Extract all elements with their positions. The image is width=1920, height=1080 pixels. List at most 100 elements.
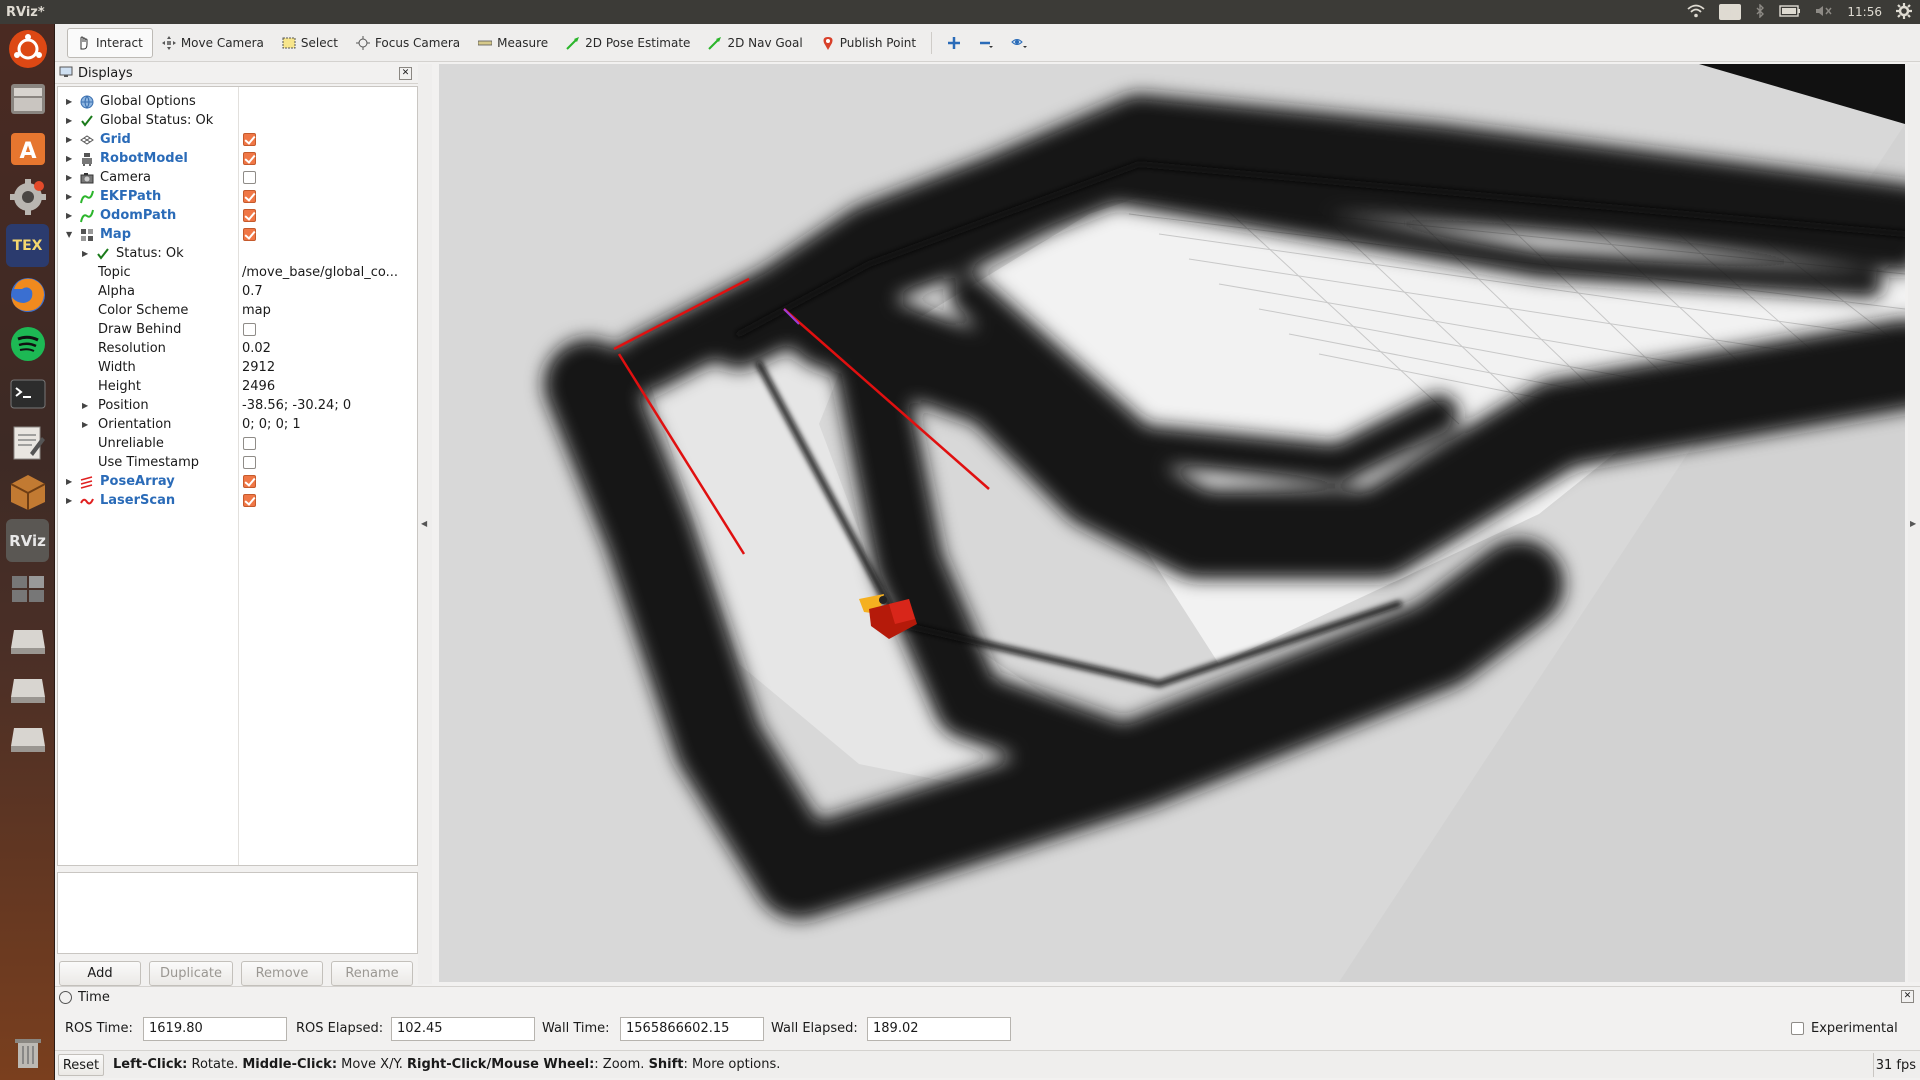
property-value[interactable]: 0.02 bbox=[242, 341, 417, 356]
enable-checkbox[interactable] bbox=[243, 475, 256, 488]
expand-arrow-icon[interactable]: ▶ bbox=[66, 173, 74, 182]
property-value[interactable]: 2496 bbox=[242, 379, 417, 394]
tool-move-camera[interactable]: Move Camera bbox=[153, 28, 273, 58]
drive-icon[interactable] bbox=[6, 618, 49, 661]
enable-checkbox[interactable] bbox=[243, 228, 256, 241]
tree-row-topic[interactable]: Topic /move_base/global_co... bbox=[58, 263, 417, 282]
spotify-icon[interactable] bbox=[6, 322, 49, 365]
battery-icon[interactable] bbox=[1779, 4, 1801, 20]
property-value[interactable]: map bbox=[242, 303, 417, 318]
collapse-left-icon[interactable]: ◀ bbox=[421, 519, 427, 528]
text-editor-icon[interactable] bbox=[6, 421, 49, 464]
add-button[interactable]: Add bbox=[59, 961, 141, 986]
tool-focus-camera[interactable]: Focus Camera bbox=[347, 28, 469, 58]
property-checkbox[interactable] bbox=[243, 323, 256, 336]
remove-tool-button[interactable] bbox=[970, 28, 1002, 58]
expand-arrow-icon[interactable]: ▶ bbox=[66, 211, 74, 220]
tool-select[interactable]: Select bbox=[273, 28, 347, 58]
tree-row-robotmodel[interactable]: ▶ RobotModel bbox=[58, 149, 417, 168]
enable-checkbox[interactable] bbox=[243, 190, 256, 203]
wall-time-field[interactable]: 1565866602.15 bbox=[620, 1017, 764, 1041]
property-value[interactable]: /move_base/global_co... bbox=[242, 265, 417, 280]
property-checkbox[interactable] bbox=[243, 437, 256, 450]
wall-elapsed-field[interactable]: 189.02 bbox=[867, 1017, 1011, 1041]
enable-checkbox[interactable] bbox=[243, 494, 256, 507]
tree-row-ekfpath[interactable]: ▶ EKFPath bbox=[58, 187, 417, 206]
drive-icon[interactable] bbox=[6, 667, 49, 710]
expand-arrow-icon[interactable]: ▶ bbox=[66, 496, 74, 505]
ros-time-field[interactable]: 1619.80 bbox=[143, 1017, 287, 1041]
expand-arrow-icon[interactable]: ▶ bbox=[66, 192, 74, 201]
settings-gear-icon[interactable] bbox=[1896, 2, 1912, 22]
expand-arrow-icon[interactable]: ▶ bbox=[66, 154, 74, 163]
tool-publish-point[interactable]: Publish Point bbox=[812, 28, 925, 58]
tool-interact[interactable]: Interact bbox=[67, 27, 153, 58]
tree-row-laserscan[interactable]: ▶ LaserScan bbox=[58, 491, 417, 510]
tool-2d-pose-estimate[interactable]: 2D Pose Estimate bbox=[557, 28, 699, 58]
close-panel-button[interactable]: ✕ bbox=[399, 67, 412, 80]
tree-row-grid[interactable]: ▶ Grid bbox=[58, 130, 417, 149]
keyboard-layout-indicator[interactable]: En bbox=[1718, 4, 1742, 20]
property-value[interactable]: 0.7 bbox=[242, 284, 417, 299]
tree-row-posearray[interactable]: ▶ PoseArray bbox=[58, 472, 417, 491]
remove-button[interactable]: Remove bbox=[241, 961, 323, 986]
close-panel-button[interactable]: ✕ bbox=[1901, 990, 1914, 1003]
tree-row-map-status[interactable]: ▶ Status: Ok bbox=[58, 244, 417, 263]
ros-elapsed-field[interactable]: 102.45 bbox=[391, 1017, 535, 1041]
drive-icon[interactable] bbox=[6, 716, 49, 759]
enable-checkbox[interactable] bbox=[243, 171, 256, 184]
clock[interactable]: 11:56 bbox=[1847, 5, 1882, 19]
tree-row-color-scheme[interactable]: Color Scheme map bbox=[58, 301, 417, 320]
ubuntu-home-icon[interactable] bbox=[6, 27, 49, 70]
files-icon[interactable] bbox=[6, 76, 49, 119]
tree-row-global-options[interactable]: ▶ Global Options bbox=[58, 92, 417, 111]
property-checkbox[interactable] bbox=[243, 456, 256, 469]
collapse-right-icon[interactable]: ▶ bbox=[1910, 519, 1916, 528]
volume-muted-icon[interactable] bbox=[1815, 4, 1833, 21]
tree-row-alpha[interactable]: Alpha 0.7 bbox=[58, 282, 417, 301]
rviz-launcher-icon[interactable]: RViz bbox=[6, 519, 49, 562]
tool-2d-nav-goal[interactable]: 2D Nav Goal bbox=[699, 28, 811, 58]
terminal-icon[interactable] bbox=[6, 372, 49, 415]
tree-row-position[interactable]: ▶ Position -38.56; -30.24; 0 bbox=[58, 396, 417, 415]
property-value[interactable]: 0; 0; 0; 1 bbox=[242, 417, 417, 432]
expand-arrow-icon[interactable]: ▶ bbox=[66, 116, 74, 125]
panel-splitter[interactable]: ◀ bbox=[418, 64, 432, 984]
property-value[interactable]: -38.56; -30.24; 0 bbox=[242, 398, 417, 413]
tree-row-map[interactable]: ▼ Map bbox=[58, 225, 417, 244]
tree-row-resolution[interactable]: Resolution 0.02 bbox=[58, 339, 417, 358]
tree-row-width[interactable]: Width 2912 bbox=[58, 358, 417, 377]
add-tool-button[interactable] bbox=[938, 28, 970, 58]
package-icon[interactable] bbox=[6, 470, 49, 513]
reset-button[interactable]: Reset bbox=[58, 1054, 104, 1076]
property-value[interactable]: 2912 bbox=[242, 360, 417, 375]
tool-measure[interactable]: Measure bbox=[469, 28, 557, 58]
tree-row-height[interactable]: Height 2496 bbox=[58, 377, 417, 396]
view-options-button[interactable] bbox=[1002, 28, 1034, 58]
texmaker-icon[interactable]: TEX bbox=[6, 224, 49, 267]
3d-viewport[interactable] bbox=[439, 64, 1905, 982]
expand-arrow-icon[interactable]: ▶ bbox=[66, 477, 74, 486]
expand-arrow-icon[interactable]: ▶ bbox=[66, 135, 74, 144]
tree-row-draw-behind[interactable]: Draw Behind bbox=[58, 320, 417, 339]
expand-arrow-icon[interactable]: ▶ bbox=[82, 401, 90, 410]
firefox-icon[interactable] bbox=[6, 273, 49, 316]
right-splitter[interactable]: ▶ bbox=[1908, 64, 1920, 982]
tree-row-orientation[interactable]: ▶ Orientation 0; 0; 0; 1 bbox=[58, 415, 417, 434]
tree-row-global-status[interactable]: ▶ Global Status: Ok bbox=[58, 111, 417, 130]
tree-row-odompath[interactable]: ▶ OdomPath bbox=[58, 206, 417, 225]
rename-button[interactable]: Rename bbox=[331, 961, 413, 986]
duplicate-button[interactable]: Duplicate bbox=[149, 961, 233, 986]
software-center-icon[interactable]: A bbox=[6, 126, 49, 169]
collapse-arrow-icon[interactable]: ▼ bbox=[66, 230, 74, 239]
experimental-checkbox[interactable] bbox=[1791, 1022, 1804, 1035]
expand-arrow-icon[interactable]: ▶ bbox=[66, 97, 74, 106]
bluetooth-icon[interactable] bbox=[1755, 2, 1765, 21]
tree-row-unreliable[interactable]: Unreliable bbox=[58, 434, 417, 453]
workspace-switcher-icon[interactable] bbox=[6, 568, 49, 611]
trash-icon[interactable] bbox=[6, 1030, 49, 1073]
enable-checkbox[interactable] bbox=[243, 133, 256, 146]
system-settings-icon[interactable] bbox=[6, 175, 49, 218]
expand-arrow-icon[interactable]: ▶ bbox=[82, 249, 90, 258]
wifi-icon[interactable] bbox=[1687, 4, 1705, 21]
